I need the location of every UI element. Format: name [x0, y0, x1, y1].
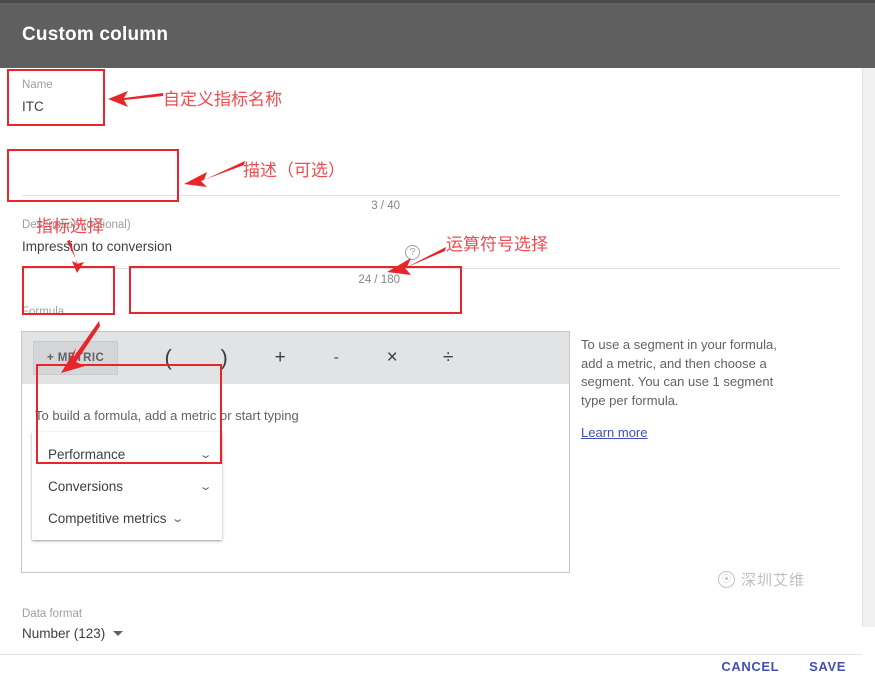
chevron-down-icon: ⌄	[198, 480, 213, 493]
cancel-button[interactable]: CANCEL	[721, 659, 779, 674]
operator-minus-button[interactable]: -	[308, 341, 364, 375]
metric-category-competitive-metrics[interactable]: Competitive metrics ⌄	[32, 502, 222, 534]
metric-category-label: Performance	[48, 446, 126, 462]
custom-column-dialog: Custom column Name ITC 3 / 40 Descriptio…	[0, 0, 875, 674]
header-top-rule	[0, 0, 875, 3]
metric-category-conversions[interactable]: Conversions ⌄	[32, 470, 222, 502]
description-input[interactable]: Impression to conversion	[22, 237, 402, 256]
footer-actions: CANCEL SAVE	[721, 659, 846, 674]
data-format-field[interactable]: Data format Number (123)	[22, 607, 124, 641]
data-format-label: Data format	[22, 608, 83, 620]
metric-category-performance[interactable]: Performance ⌄	[32, 438, 222, 470]
data-format-select[interactable]: Number (123)	[22, 626, 124, 641]
description-char-counter: 24 / 180	[358, 274, 400, 286]
vertical-scrollbar[interactable]	[862, 68, 875, 627]
name-field-label: Name	[22, 79, 53, 91]
save-button[interactable]: SAVE	[809, 659, 846, 674]
formula-hint-text: To build a formula, add a metric or star…	[35, 408, 299, 423]
operator-paren-open-button[interactable]: (	[140, 341, 196, 375]
chevron-down-icon: ⌄	[198, 448, 213, 461]
operator-divide-button[interactable]: ÷	[420, 341, 476, 375]
dialog-header: Custom column	[0, 0, 875, 68]
name-field-underline	[22, 195, 840, 196]
chevron-down-icon: ⌄	[170, 512, 185, 525]
name-input[interactable]: ITC	[22, 97, 402, 116]
formula-toolbar: + METRIC ( ) + - × ÷	[22, 332, 569, 384]
operator-multiply-button[interactable]: ×	[364, 341, 420, 375]
metric-category-label: Conversions	[48, 478, 124, 494]
formula-editor[interactable]: + METRIC ( ) + - × ÷ To build a formula,…	[21, 331, 570, 573]
name-field[interactable]: Name ITC	[22, 78, 402, 116]
description-field[interactable]: Description (optional) Impression to con…	[22, 218, 402, 256]
operator-button-group: ( ) + - × ÷	[140, 341, 476, 375]
segment-help-text: To use a segment in your formula, add a …	[581, 337, 777, 408]
page-title: Custom column	[22, 24, 169, 45]
data-format-selected-value: Number (123)	[22, 626, 106, 641]
help-circle-icon[interactable]: ?	[405, 245, 420, 260]
formula-label: Formula	[22, 306, 65, 318]
operator-paren-close-button[interactable]: )	[196, 341, 252, 375]
learn-more-link[interactable]: Learn more	[581, 425, 647, 440]
operator-plus-button[interactable]: +	[252, 341, 308, 375]
footer-divider	[0, 654, 862, 655]
description-field-underline	[22, 268, 840, 269]
description-field-label: Description (optional)	[22, 219, 131, 231]
name-char-counter: 3 / 40	[371, 200, 400, 212]
metric-category-label: Competitive metrics	[48, 510, 167, 526]
metric-category-menu: Performance ⌄ Conversions ⌄ Competitive …	[32, 432, 222, 540]
caret-down-icon	[113, 631, 124, 636]
dialog-body: Name ITC 3 / 40 Description (optional) I…	[0, 68, 862, 674]
add-metric-button[interactable]: + METRIC	[33, 341, 119, 375]
